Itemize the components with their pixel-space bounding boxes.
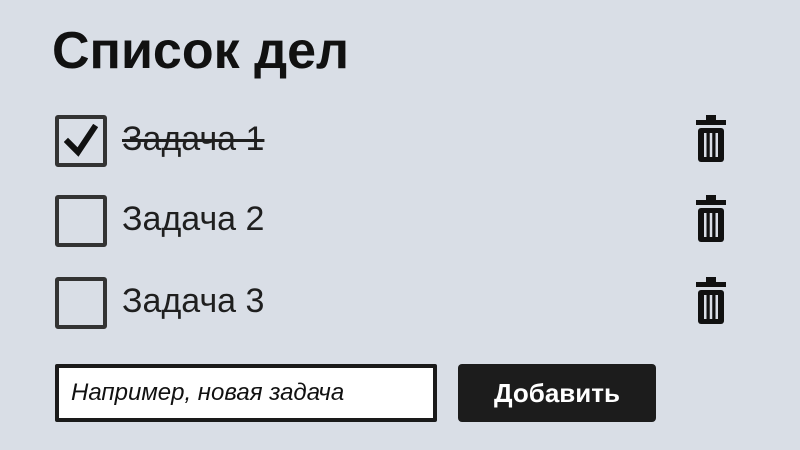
task-item: Задача 2 — [55, 194, 735, 247]
add-task-button[interactable]: Добавить — [458, 364, 656, 422]
task-checkbox[interactable] — [55, 195, 107, 247]
check-icon — [64, 124, 98, 157]
trash-icon — [696, 115, 726, 162]
trash-icon — [696, 195, 726, 242]
task-item: Задача 1 — [55, 114, 735, 167]
task-checkbox[interactable] — [55, 115, 107, 167]
task-item: Задача 3 — [55, 276, 735, 329]
task-checkbox[interactable] — [55, 277, 107, 329]
task-label: Задача 1 — [122, 120, 265, 158]
task-label: Задача 2 — [122, 200, 265, 238]
page-title: Список дел — [52, 22, 350, 80]
new-task-input[interactable] — [55, 364, 437, 422]
trash-icon — [696, 277, 726, 324]
delete-button[interactable] — [695, 194, 727, 244]
delete-button[interactable] — [695, 114, 727, 164]
delete-button[interactable] — [695, 276, 727, 326]
task-label: Задача 3 — [122, 282, 265, 320]
